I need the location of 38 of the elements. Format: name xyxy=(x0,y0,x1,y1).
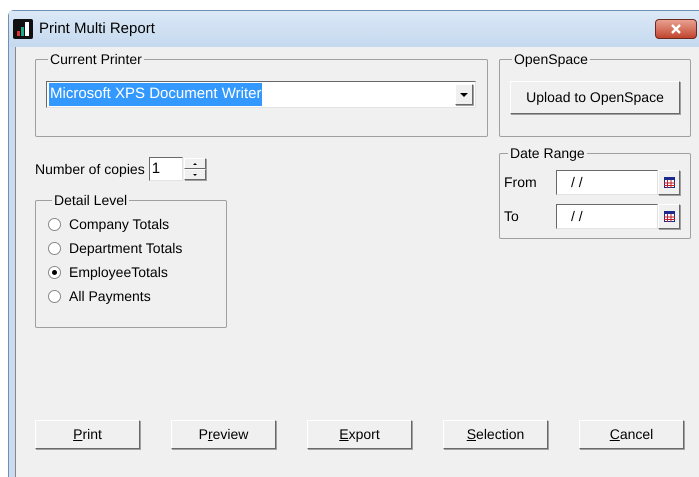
date-field[interactable]: / / xyxy=(556,204,658,228)
close-icon xyxy=(670,24,682,34)
dialog-button[interactable]: Preview xyxy=(171,420,276,449)
spin-up-button[interactable] xyxy=(184,158,206,169)
calendar-icon xyxy=(664,210,674,222)
date-field[interactable]: / / xyxy=(556,170,658,194)
radio-button[interactable] xyxy=(48,218,61,230)
group-label: Date Range xyxy=(509,145,586,161)
group-label: Current Printer xyxy=(49,51,143,67)
printer-value: Microsoft XPS Document Writer xyxy=(49,83,262,106)
radio-option[interactable]: Company Totals xyxy=(48,212,218,236)
spin-down-button[interactable] xyxy=(184,169,206,180)
app-icon xyxy=(13,19,33,39)
date-label: From xyxy=(504,172,538,192)
radio-option[interactable]: All Payments xyxy=(48,284,218,308)
copies-value: 1 xyxy=(148,157,183,181)
window-title: Print Multi Report xyxy=(39,18,155,39)
caret-icon xyxy=(460,92,468,96)
copies-spinner[interactable]: 1 xyxy=(148,157,206,181)
calendar-button[interactable] xyxy=(658,170,680,194)
group-label: OpenSpace xyxy=(513,51,589,67)
radio-button[interactable] xyxy=(48,242,61,254)
copies-label: Number of copies xyxy=(35,160,145,179)
group-label: Detail Level xyxy=(53,192,128,208)
dialog-button[interactable]: Cancel xyxy=(579,420,684,449)
upload-button[interactable]: Upload to OpenSpace xyxy=(510,81,680,114)
date-label: To xyxy=(504,206,520,226)
radio-button[interactable] xyxy=(48,266,61,278)
radio-option[interactable]: EmployeeTotals xyxy=(48,260,218,284)
dialog-button[interactable]: Export xyxy=(307,420,412,449)
calendar-button[interactable] xyxy=(658,204,680,228)
radio-button[interactable] xyxy=(48,290,61,302)
radio-option[interactable]: Department Totals xyxy=(48,236,218,260)
close-button[interactable] xyxy=(655,19,697,39)
calendar-icon xyxy=(664,176,674,188)
dialog-button[interactable]: Print xyxy=(35,420,140,449)
dropdown-button[interactable] xyxy=(455,84,473,105)
dialog-button[interactable]: Selection xyxy=(443,420,548,449)
